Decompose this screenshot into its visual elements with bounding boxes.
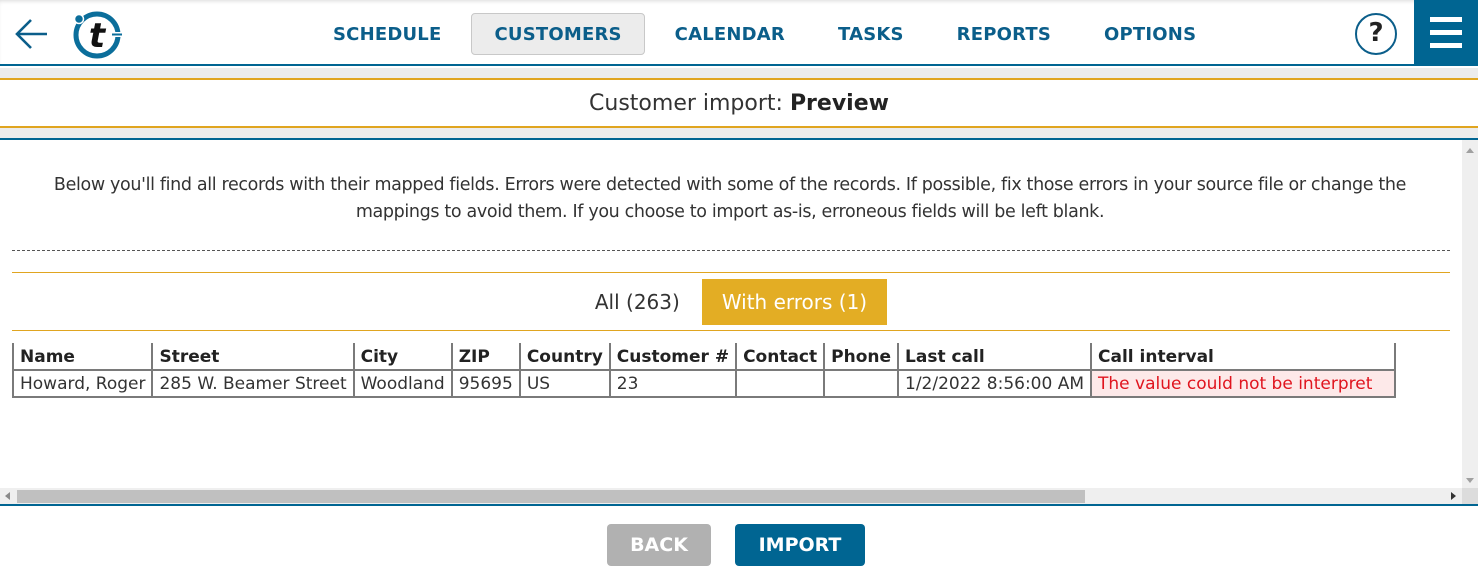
nav-reports[interactable]: REPORTS <box>934 13 1074 55</box>
column-header-country: Country <box>518 343 610 371</box>
filter-bottom-divider <box>12 330 1450 331</box>
column-header-city: City <box>352 343 452 371</box>
nav-customers[interactable]: CUSTOMERS <box>471 13 645 55</box>
nav-options[interactable]: OPTIONS <box>1081 13 1219 55</box>
cell-street: 285 W. Beamer Street <box>151 370 354 397</box>
cell-contact <box>735 370 825 397</box>
column-header-call-interval: Call interval <box>1090 343 1395 371</box>
column-header-contact: Contact <box>735 343 825 371</box>
column-header-last-call: Last call <box>897 343 1092 371</box>
app-logo: t <box>73 11 122 59</box>
header-divider-strip <box>0 68 1478 80</box>
page-title-step: Preview <box>789 91 889 116</box>
page-title-prefix: Customer import: <box>589 91 790 116</box>
help-button[interactable]: ? <box>1355 13 1397 55</box>
filter-all[interactable]: All (263) <box>575 279 700 325</box>
horizontal-scrollbar[interactable] <box>0 488 1462 505</box>
cell-customer-number: 23 <box>608 370 737 397</box>
arrow-left-icon[interactable] <box>14 16 50 52</box>
column-header-zip: ZIP <box>450 343 520 371</box>
column-header-street: Street <box>151 343 354 371</box>
cell-city: Woodland <box>352 370 452 397</box>
cell-zip: 95695 <box>450 370 520 397</box>
footer-divider <box>0 504 1478 506</box>
svg-text:t: t <box>89 16 107 56</box>
cell-phone <box>823 370 899 397</box>
preview-content: Below you'll find all records with their… <box>0 140 1462 488</box>
records-table: Name Street City ZIP Country Customer # … <box>11 343 1396 398</box>
title-divider-strip <box>0 126 1478 140</box>
column-header-customer-number: Customer # <box>608 343 737 371</box>
hamburger-menu-button[interactable] <box>1414 0 1478 65</box>
filter-with-errors[interactable]: With errors (1) <box>701 279 888 325</box>
scrollbar-corner <box>1462 488 1478 505</box>
table-row: Howard, Roger 285 W. Beamer Street Woodl… <box>11 370 1395 397</box>
main-nav: SCHEDULE CUSTOMERS CALENDAR TASKS REPORT… <box>310 13 1226 55</box>
top-navigation-bar: t SCHEDULE CUSTOMERS CALENDAR TASKS REPO… <box>0 0 1478 66</box>
scroll-left-arrow-icon[interactable] <box>5 492 10 500</box>
filter-top-divider <box>12 272 1450 273</box>
nav-calendar[interactable]: CALENDAR <box>652 13 808 55</box>
vertical-scrollbar[interactable] <box>1462 140 1478 505</box>
record-filter-tabs: All (263) With errors (1) <box>0 279 1462 325</box>
back-button[interactable]: BACK <box>607 524 711 566</box>
scroll-right-arrow-icon[interactable] <box>1451 492 1456 500</box>
page-title: Customer import: Preview <box>0 82 1478 126</box>
dashed-divider <box>12 250 1450 251</box>
cell-country: US <box>518 370 610 397</box>
cell-call-interval-error: The value could not be interpret <box>1090 370 1395 397</box>
scroll-down-arrow-icon[interactable] <box>1466 478 1474 483</box>
nav-schedule[interactable]: SCHEDULE <box>310 13 464 55</box>
scroll-up-arrow-icon[interactable] <box>1466 148 1474 153</box>
table-header-row: Name Street City ZIP Country Customer # … <box>11 343 1395 371</box>
column-header-phone: Phone <box>823 343 899 371</box>
intro-text: Below you'll find all records with their… <box>53 175 1407 222</box>
cell-name: Howard, Roger <box>11 370 153 397</box>
question-mark-icon: ? <box>1368 18 1384 48</box>
import-button[interactable]: IMPORT <box>735 524 865 566</box>
nav-tasks[interactable]: TASKS <box>815 13 927 55</box>
cell-last-call: 1/2/2022 8:56:00 AM <box>897 370 1092 397</box>
column-header-name: Name <box>11 343 153 371</box>
horizontal-scroll-thumb[interactable] <box>17 490 1085 503</box>
